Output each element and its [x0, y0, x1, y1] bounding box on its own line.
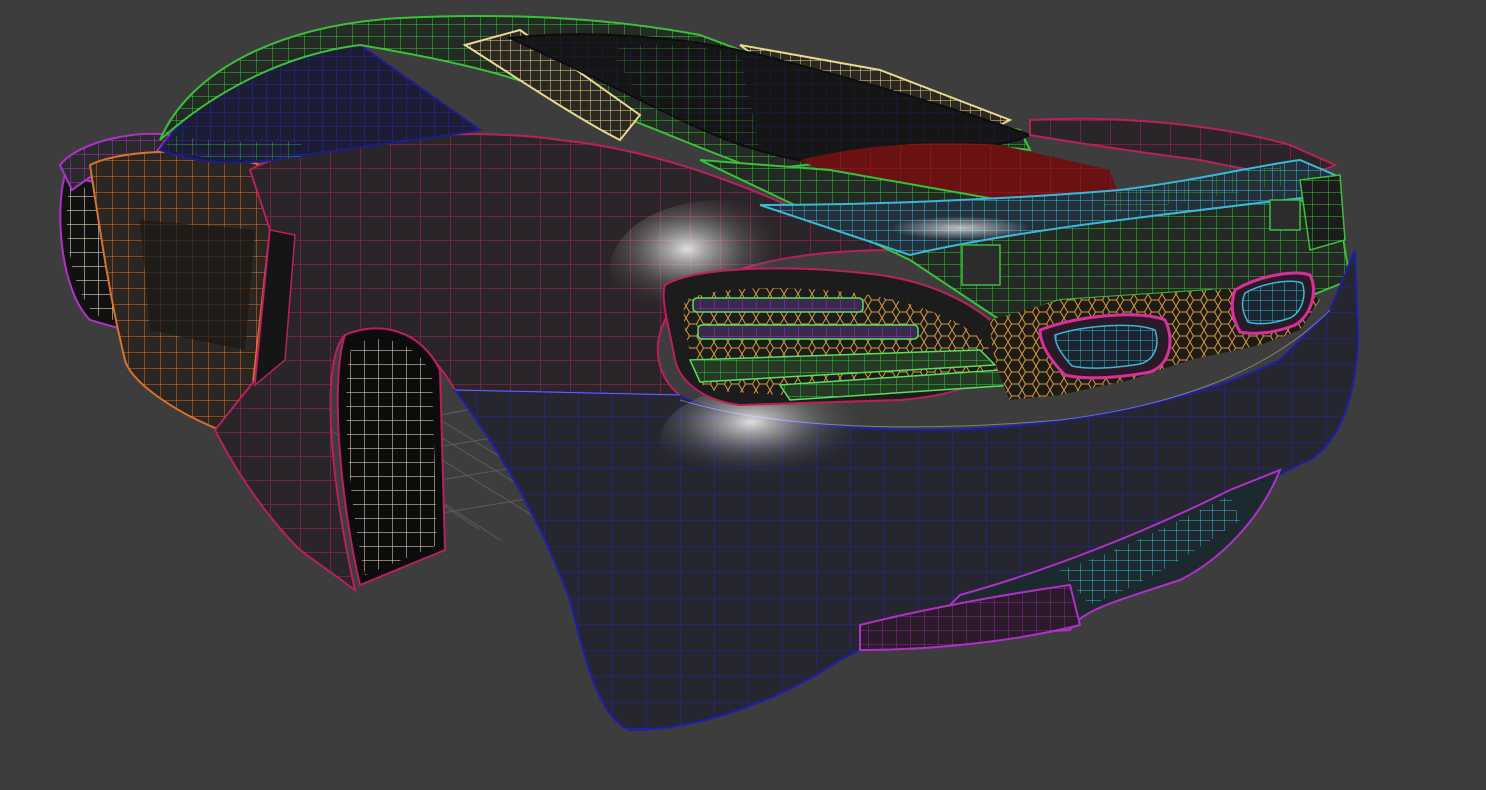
3d-viewport[interactable]	[0, 0, 1486, 790]
side-intake-panel	[88, 150, 272, 432]
car-wireframe-render	[58, 14, 1360, 732]
near-wheel-arch	[336, 327, 447, 587]
exhaust-left	[1038, 313, 1172, 380]
